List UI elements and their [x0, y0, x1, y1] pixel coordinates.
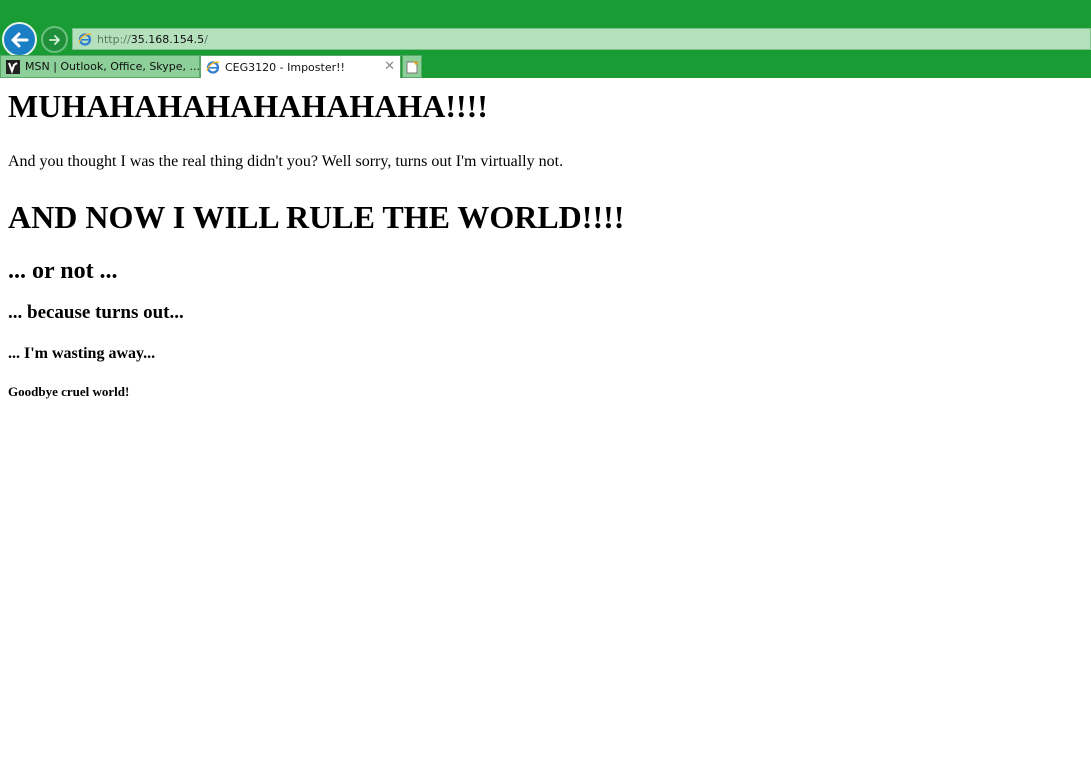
url-trail: /	[204, 32, 208, 46]
or-not-heading: ... or not ...	[8, 258, 118, 284]
new-tab-button[interactable]	[402, 55, 422, 78]
url-scheme: http://	[97, 32, 131, 46]
goodbye-heading: Goodbye cruel world!	[8, 384, 130, 399]
because-heading: ... because turns out...	[8, 302, 184, 323]
tab-label: MSN | Outlook, Office, Skype, ...	[25, 60, 200, 73]
arrow-left-icon	[11, 32, 28, 47]
main-heading: MUHAHAHAHAHAHAHAHA!!!!	[8, 88, 488, 124]
msn-favicon-icon	[6, 59, 20, 74]
navigation-bar: http://35.168.154.5/	[0, 22, 1091, 57]
wasting-away-heading: ... I'm wasting away...	[8, 345, 156, 362]
internet-explorer-icon	[206, 61, 220, 74]
page-content: MUHAHAHAHAHAHAHAHA!!!! And you thought I…	[0, 78, 1091, 782]
url-host: 35.168.154.5	[130, 32, 205, 46]
tab-msn[interactable]: MSN | Outlook, Office, Skype, ...	[0, 55, 200, 78]
tab-imposter[interactable]: CEG3120 - Imposter!! ✕	[200, 55, 401, 78]
back-button[interactable]	[2, 22, 37, 57]
tab-label: CEG3120 - Imposter!!	[225, 60, 345, 74]
arrow-right-icon	[48, 34, 60, 45]
forward-button[interactable]	[41, 26, 68, 53]
internet-explorer-icon	[78, 33, 92, 46]
rule-world-heading: AND NOW I WILL RULE THE WORLD!!!!	[8, 199, 625, 235]
close-tab-icon[interactable]: ✕	[384, 59, 395, 74]
tab-bar: MSN | Outlook, Office, Skype, ... CEG312…	[0, 55, 1091, 78]
new-tab-icon	[406, 60, 419, 73]
browser-chrome: http://35.168.154.5/ MSN | Outlook, Offi…	[0, 0, 1091, 78]
intro-paragraph: And you thought I was the real thing did…	[8, 153, 564, 170]
address-bar[interactable]: http://35.168.154.5/	[72, 28, 1091, 50]
